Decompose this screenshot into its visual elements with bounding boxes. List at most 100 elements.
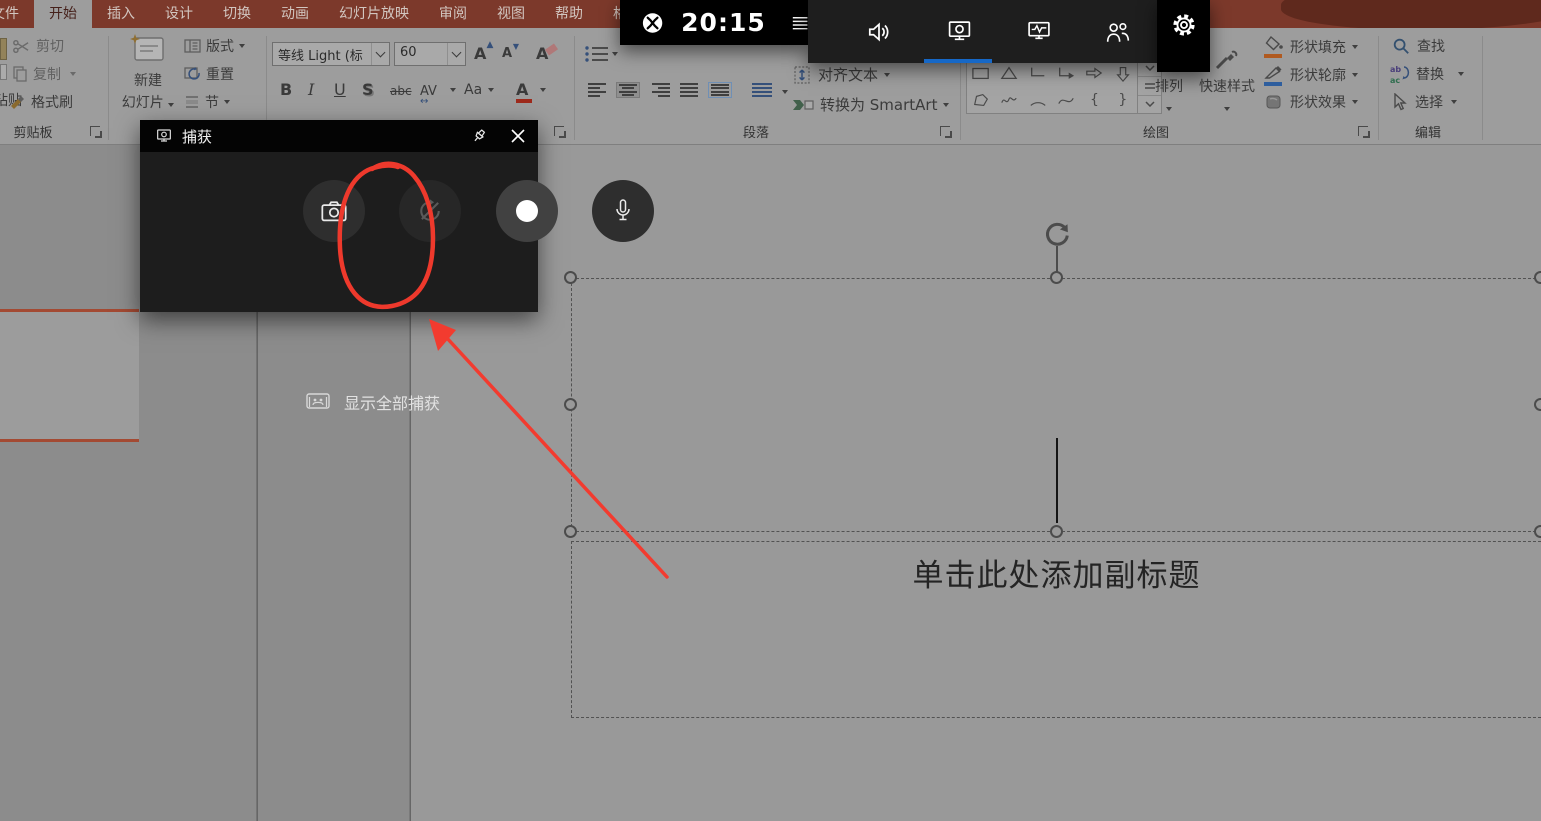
- record-last-30s-button[interactable]: [399, 180, 461, 242]
- select-dropdown[interactable]: [1451, 100, 1457, 104]
- copy-button[interactable]: 复制: [12, 64, 76, 84]
- tab-file[interactable]: 文件: [0, 0, 34, 28]
- change-case-button[interactable]: Aa: [464, 82, 482, 98]
- resize-handle-middle-right[interactable]: [1534, 398, 1541, 411]
- find-button[interactable]: 查找: [1392, 36, 1445, 56]
- shape-effects-dropdown[interactable]: [1352, 100, 1358, 104]
- char-spacing-dropdown[interactable]: [450, 88, 456, 92]
- columns-button[interactable]: [750, 82, 774, 98]
- shape-effects-button[interactable]: 形状效果: [1264, 92, 1358, 112]
- slide-thumbnail-1[interactable]: [0, 309, 139, 442]
- align-text-dropdown[interactable]: [884, 73, 890, 77]
- start-recording-button[interactable]: [496, 180, 558, 242]
- tab-design[interactable]: 设计: [150, 0, 208, 28]
- resize-handle-top-right[interactable]: [1534, 271, 1541, 284]
- text-shadow-button[interactable]: S: [362, 80, 374, 99]
- section-dropdown[interactable]: [224, 100, 230, 104]
- char-spacing-button[interactable]: AV ↔: [420, 80, 437, 107]
- align-center-button[interactable]: [616, 82, 640, 98]
- shape-curve-icon[interactable]: [1055, 91, 1077, 109]
- strikethrough-button[interactable]: abc: [390, 84, 412, 98]
- bullets-button[interactable]: [584, 44, 610, 68]
- change-case-dropdown[interactable]: [488, 88, 494, 92]
- shape-freeform-icon[interactable]: [970, 91, 992, 109]
- tab-review[interactable]: 审阅: [424, 0, 482, 28]
- clear-formatting-button[interactable]: A: [536, 44, 548, 63]
- cut-button[interactable]: 剪切: [12, 36, 64, 56]
- paragraph-dialog-launcher[interactable]: [940, 126, 950, 136]
- new-slide-dropdown[interactable]: [168, 103, 174, 107]
- shapes-gallery[interactable]: { }: [966, 58, 1138, 114]
- align-left-button[interactable]: [586, 82, 610, 98]
- font-color-button[interactable]: A: [516, 80, 532, 103]
- paste-icon[interactable]: [0, 38, 7, 60]
- tab-transitions[interactable]: 切换: [208, 0, 266, 28]
- font-name-dropdown[interactable]: [371, 43, 389, 65]
- font-size-combo[interactable]: 60: [394, 42, 466, 66]
- align-text-button[interactable]: 对齐文本: [792, 64, 890, 85]
- social-widget-icon[interactable]: [1105, 20, 1131, 44]
- bullets-dropdown[interactable]: [612, 52, 618, 56]
- shape-elbow-connector-icon[interactable]: [1027, 64, 1049, 82]
- shape-right-brace-icon[interactable]: }: [1118, 92, 1127, 108]
- resize-handle-top-center[interactable]: [1050, 271, 1063, 284]
- shape-left-brace-icon[interactable]: {: [1090, 92, 1099, 108]
- drawing-dialog-launcher[interactable]: [1358, 126, 1368, 136]
- shape-arc-icon[interactable]: [1027, 91, 1049, 109]
- font-size-dropdown[interactable]: [447, 43, 465, 65]
- subtitle-placeholder[interactable]: 单击此处添加副标题: [571, 541, 1541, 718]
- tab-insert[interactable]: 插入: [92, 0, 150, 28]
- rotation-handle[interactable]: [1043, 221, 1071, 249]
- resize-handle-middle-left[interactable]: [564, 398, 577, 411]
- font-name-combo[interactable]: 等线 Light (标: [272, 42, 390, 66]
- layout-dropdown[interactable]: [239, 44, 245, 48]
- italic-button[interactable]: I: [308, 80, 314, 99]
- clipboard-dialog-launcher[interactable]: [90, 126, 100, 136]
- gear-icon[interactable]: [1170, 11, 1198, 39]
- shape-elbow-arrow-icon[interactable]: [1055, 64, 1077, 82]
- justify-button[interactable]: [678, 82, 702, 98]
- xbox-logo-icon[interactable]: [642, 10, 663, 36]
- tab-slideshow[interactable]: 幻灯片放映: [324, 0, 424, 28]
- underline-button[interactable]: U: [334, 80, 346, 99]
- shape-fill-dropdown[interactable]: [1352, 45, 1358, 49]
- audio-widget-icon[interactable]: [866, 19, 892, 45]
- shape-scribble-icon[interactable]: [998, 91, 1020, 109]
- section-button[interactable]: 节: [184, 92, 230, 112]
- capture-widget-icon[interactable]: [947, 19, 972, 44]
- slide-canvas[interactable]: 单击此处添加副标题: [411, 145, 1541, 821]
- bold-button[interactable]: B: [280, 80, 292, 99]
- shape-right-arrow-icon[interactable]: [1083, 64, 1105, 82]
- shrink-font-button[interactable]: A▼: [502, 46, 512, 61]
- pin-icon[interactable]: [470, 127, 488, 145]
- reset-button[interactable]: 重置: [184, 64, 234, 84]
- shape-outline-button[interactable]: 形状轮廓: [1264, 64, 1358, 86]
- replace-dropdown[interactable]: [1458, 72, 1464, 76]
- gamebar-menu-icon[interactable]: [792, 14, 808, 32]
- tab-home[interactable]: 开始: [34, 0, 92, 28]
- tab-help[interactable]: 帮助: [540, 0, 598, 28]
- columns-dropdown[interactable]: [782, 90, 788, 94]
- close-icon[interactable]: [510, 128, 526, 144]
- grow-font-button[interactable]: A▲: [474, 44, 486, 63]
- show-all-captures-button[interactable]: 显示全部捕获: [306, 390, 440, 414]
- align-right-button[interactable]: [648, 82, 672, 98]
- select-button[interactable]: 选择: [1392, 92, 1457, 112]
- shape-outline-dropdown[interactable]: [1352, 73, 1358, 77]
- convert-smartart-button[interactable]: 转换为 SmartArt: [792, 94, 949, 115]
- performance-widget-icon[interactable]: [1026, 19, 1052, 44]
- resize-handle-bottom-left[interactable]: [564, 525, 577, 538]
- font-color-dropdown[interactable]: [540, 88, 546, 92]
- copy-dropdown[interactable]: [70, 72, 76, 76]
- distribute-button[interactable]: [708, 82, 732, 98]
- screenshot-button[interactable]: [303, 180, 365, 242]
- microphone-button[interactable]: [592, 180, 654, 242]
- font-dialog-launcher[interactable]: [554, 126, 564, 136]
- tab-animations[interactable]: 动画: [266, 0, 324, 28]
- arrange-button[interactable]: 排列: [1146, 76, 1192, 115]
- replace-button[interactable]: abac 替换: [1390, 64, 1464, 84]
- new-slide-button[interactable]: 新建 幻灯片: [118, 34, 178, 112]
- convert-smartart-dropdown[interactable]: [943, 103, 949, 107]
- shape-rectangle-icon[interactable]: [970, 64, 992, 82]
- format-painter-button[interactable]: 格式刷: [8, 92, 73, 112]
